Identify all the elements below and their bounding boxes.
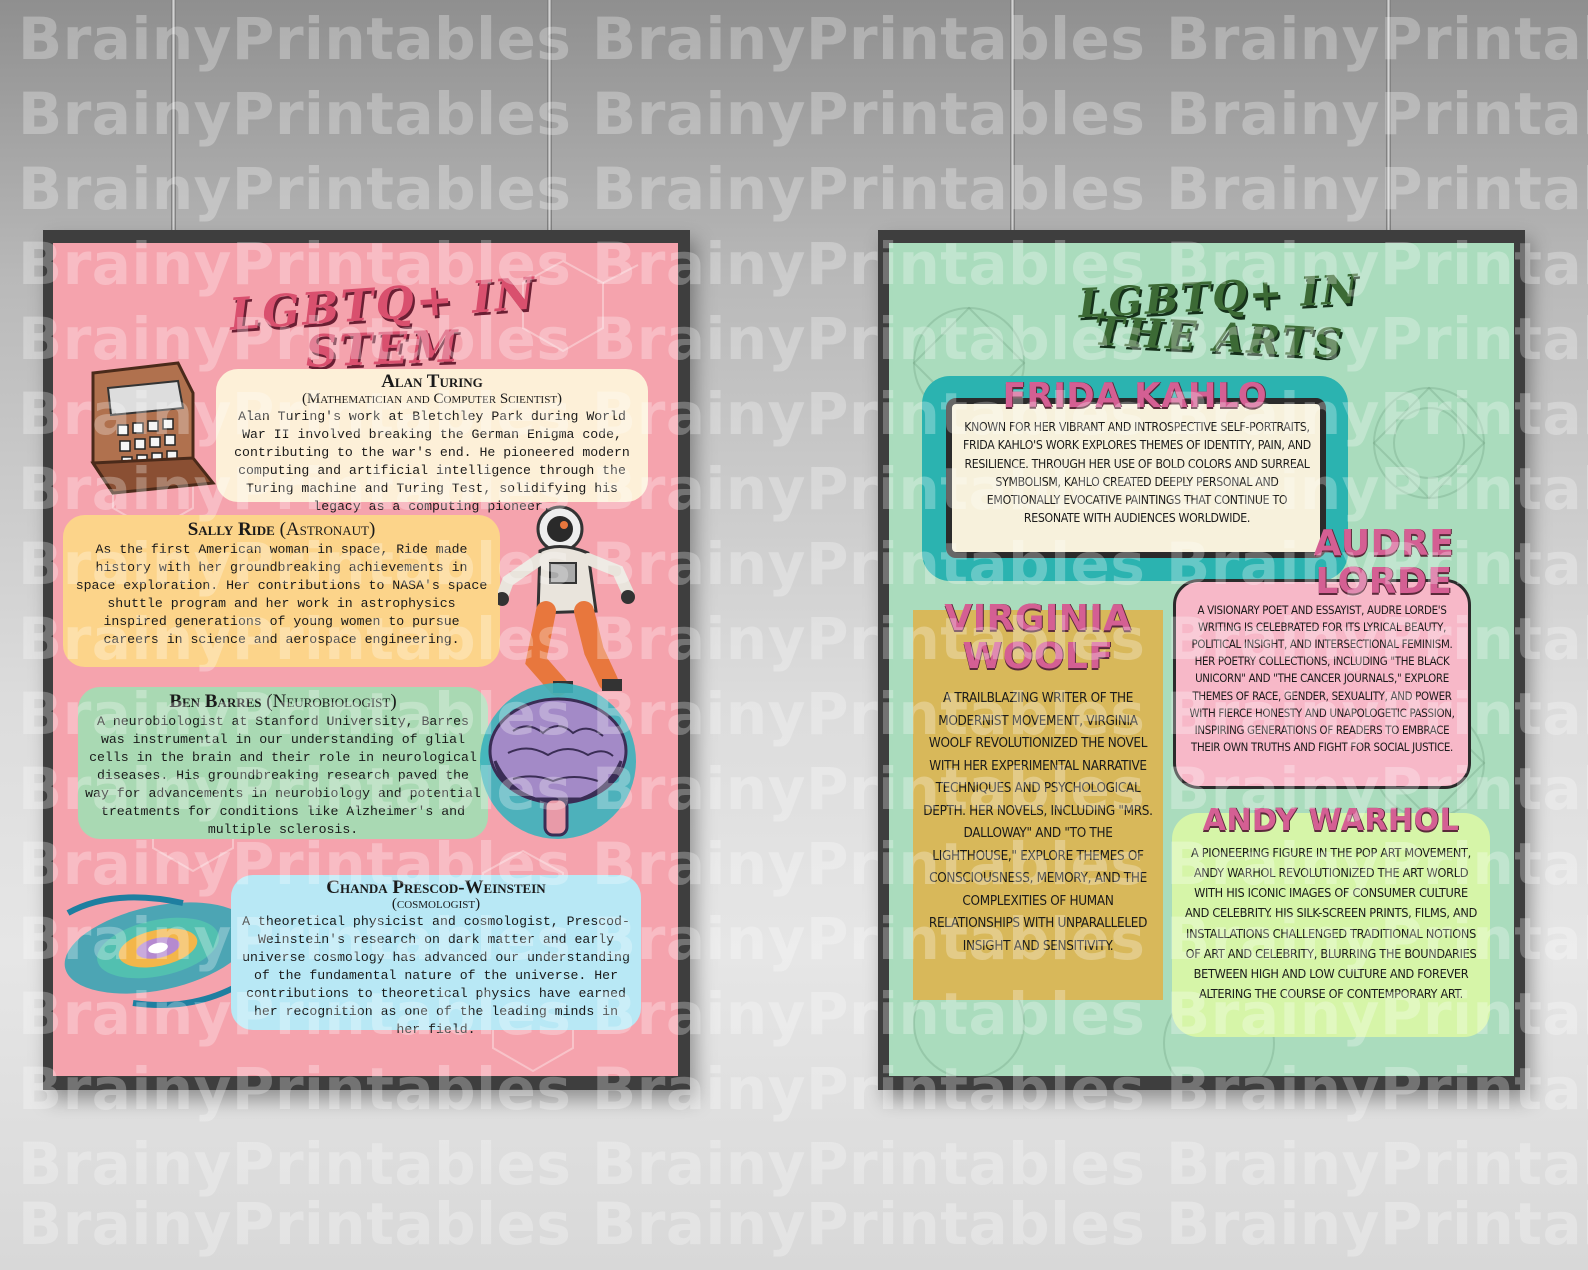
person-bio: A visionary poet and essayist, Audre Lor… [1189, 603, 1455, 754]
andy-warhol-name: ANDY WARHOL [1202, 803, 1460, 838]
person-role: (Mathematician and Computer Scientist) [301, 391, 563, 407]
person-name-line: Sally Ride (Astronaut) [63, 519, 500, 541]
hanging-wire-right-2 [1386, 0, 1391, 230]
person-bio: A pioneering figure in the pop art movem… [1184, 845, 1477, 1001]
person-card-audre-lorde: A visionary poet and essayist, Audre Lor… [1173, 579, 1471, 789]
watermark-text: BrainyPrintables BrainyPrintables Brainy… [18, 155, 1588, 223]
watermark-text: BrainyPrintables BrainyPrintables Brainy… [18, 80, 1588, 148]
watermark-text: BrainyPrintables BrainyPrintables Brainy… [18, 5, 1588, 73]
person-role: (Astronaut) [279, 519, 376, 540]
person-bio: As the first American woman in space, Ri… [75, 542, 488, 647]
person-name: Alan Turing [381, 371, 483, 392]
arts-title: LGBTQ+ IN THE ARTS [1029, 266, 1409, 368]
person-bio: A neurobiologist at Stanford University,… [85, 714, 481, 837]
audre-lorde-name: AUDRE LORDE [1284, 525, 1484, 601]
stem-poster: LGBTQ+ IN STEM Alan Turing (Mathematicia… [53, 243, 678, 1076]
person-name: FRIDA KAHLO [1002, 376, 1268, 416]
person-name: Sally Ride [187, 519, 275, 540]
hanging-wire-right-1 [1010, 0, 1015, 230]
person-role: (Neurobiologist) [266, 691, 397, 712]
person-name-line2: WOOLF [962, 636, 1114, 677]
person-name-line2: LORDE [1315, 561, 1453, 602]
arts-title-line2: THE ARTS [1092, 307, 1346, 368]
astronaut-illustration [498, 505, 635, 696]
brain-illustration [480, 683, 636, 839]
enigma-machine-illustration [90, 361, 216, 495]
person-name: Ben Barres [169, 691, 262, 712]
hanging-wire-left-1 [171, 0, 176, 230]
person-bio: Alan Turing's work at Bletchley Park dur… [234, 409, 630, 514]
stem-title: LGBTQ+ IN STEM [173, 268, 593, 377]
person-name-line1: AUDRE [1313, 523, 1455, 564]
person-role: (cosmologist) [391, 896, 481, 912]
person-card-chanda-prescod-weinstein: Chanda Prescod-Weinstein (cosmologist) A… [231, 875, 641, 1037]
virginia-woolf-name: VIRGINIA WOOLF [913, 600, 1163, 676]
person-card-andy-warhol: A pioneering figure in the pop art movem… [1172, 813, 1490, 1037]
watermark-text: BrainyPrintables BrainyPrintables Brainy… [18, 1130, 1588, 1198]
arts-poster: LGBTQ+ IN THE ARTS FRIDA KAHLO Known for… [889, 243, 1514, 1076]
person-card-sally-ride: Sally Ride (Astronaut) As the first Amer… [63, 515, 500, 667]
person-name-line: Ben Barres (Neurobiologist) [78, 691, 488, 713]
person-name-line1: VIRGINIA [944, 598, 1132, 639]
watermark-text: BrainyPrintables BrainyPrintables Brainy… [18, 1190, 1588, 1258]
person-bio: Known for her vibrant and introspective … [963, 420, 1311, 526]
person-card-ben-barres: Ben Barres (Neurobiologist) A neurobiolo… [78, 687, 488, 839]
hanging-wire-left-2 [547, 0, 552, 230]
person-bio: A theoretical physicist and cosmologist,… [242, 914, 630, 1037]
person-card-alan-turing: Alan Turing (Mathematician and Computer … [216, 369, 648, 514]
